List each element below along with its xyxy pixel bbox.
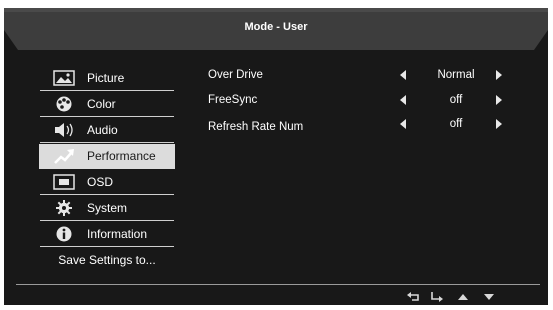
down-triangle-icon[interactable]: [482, 292, 496, 302]
osd-panel: Mode - User Picture Color Audio Performa…: [4, 8, 548, 305]
setting-label: Over Drive: [208, 69, 263, 81]
menu-item-osd[interactable]: OSD: [39, 170, 175, 195]
enter-icon[interactable]: [430, 292, 444, 302]
menu-item-label: Information: [87, 227, 148, 241]
menu-divider: [40, 194, 174, 195]
menu-item-label: Color: [87, 97, 116, 111]
setting-value[interactable]: Normal: [422, 69, 490, 81]
back-icon[interactable]: [406, 292, 420, 302]
menu-item-audio[interactable]: Audio: [39, 118, 175, 143]
monitor-osd-screen: Mode - User Picture Color Audio Performa…: [0, 0, 553, 310]
setting-refresh-rate-num: Refresh Rate Num off: [208, 118, 538, 136]
header-bar: Mode - User: [4, 8, 548, 50]
palette-icon: [56, 96, 72, 112]
arrow-right-icon[interactable]: [496, 70, 502, 80]
menu-divider: [40, 142, 174, 143]
arrow-left-icon[interactable]: [400, 119, 406, 129]
setting-label: Refresh Rate Num: [208, 121, 304, 133]
footer-divider: [16, 284, 540, 285]
trend-arrow-icon: [54, 149, 74, 164]
page-title: Mode - User: [244, 21, 308, 33]
arrow-left-icon[interactable]: [400, 70, 406, 80]
osd-icon: [53, 174, 75, 190]
setting-over-drive: Over Drive Normal: [208, 69, 538, 87]
menu-item-label: System: [87, 201, 128, 215]
up-triangle-icon[interactable]: [456, 292, 470, 302]
menu-item-label: Audio: [87, 123, 118, 137]
menu-item-information[interactable]: Information: [39, 222, 175, 247]
arrow-right-icon[interactable]: [496, 119, 502, 129]
menu-item-system[interactable]: System: [39, 196, 175, 221]
menu-item-label: Save Settings to...: [58, 253, 156, 267]
menu-divider: [40, 220, 174, 221]
menu-divider: [40, 116, 174, 117]
menu-item-performance[interactable]: Performance: [39, 144, 175, 169]
menu-divider: [40, 246, 174, 247]
gear-icon: [56, 200, 72, 216]
setting-label: FreeSync: [208, 94, 258, 106]
setting-freesync: FreeSync off: [208, 94, 538, 112]
arrow-left-icon[interactable]: [400, 95, 406, 105]
menu-item-color[interactable]: Color: [39, 92, 175, 117]
setting-value[interactable]: off: [422, 94, 490, 106]
picture-icon: [53, 70, 75, 86]
menu-item-picture[interactable]: Picture: [39, 66, 175, 91]
setting-value[interactable]: off: [422, 118, 490, 130]
arrow-right-icon[interactable]: [496, 95, 502, 105]
menu-item-save-settings[interactable]: Save Settings to...: [39, 248, 175, 273]
info-icon: [56, 226, 72, 242]
menu-item-label: OSD: [87, 175, 114, 189]
menu-divider: [40, 90, 174, 91]
menu-item-label: Performance: [87, 149, 156, 163]
menu-item-label: Picture: [87, 71, 125, 85]
speaker-icon: [55, 123, 73, 137]
